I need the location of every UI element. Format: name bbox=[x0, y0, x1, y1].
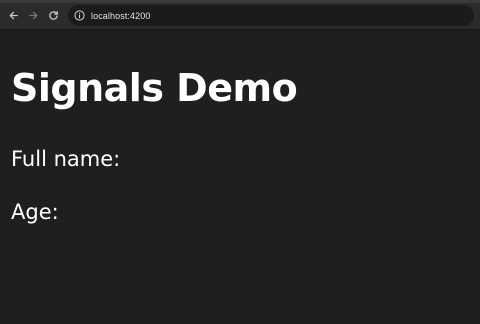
info-icon[interactable] bbox=[74, 10, 85, 21]
age-label: Age: bbox=[11, 200, 59, 224]
window-top-strip bbox=[0, 0, 480, 3]
back-button[interactable] bbox=[6, 8, 20, 22]
arrow-left-icon bbox=[9, 11, 18, 19]
url-text: localhost:4200 bbox=[91, 10, 151, 21]
arrow-right-icon bbox=[28, 11, 37, 19]
forward-button[interactable] bbox=[26, 8, 40, 22]
page-content: Signals Demo Full name: Age: bbox=[0, 30, 480, 324]
page-title: Signals Demo bbox=[11, 66, 298, 110]
reload-button[interactable] bbox=[46, 8, 60, 22]
reload-icon bbox=[48, 10, 58, 20]
full-name-label: Full name: bbox=[11, 147, 121, 171]
browser-toolbar: localhost:4200 bbox=[0, 0, 480, 30]
address-bar[interactable]: localhost:4200 bbox=[68, 5, 474, 26]
